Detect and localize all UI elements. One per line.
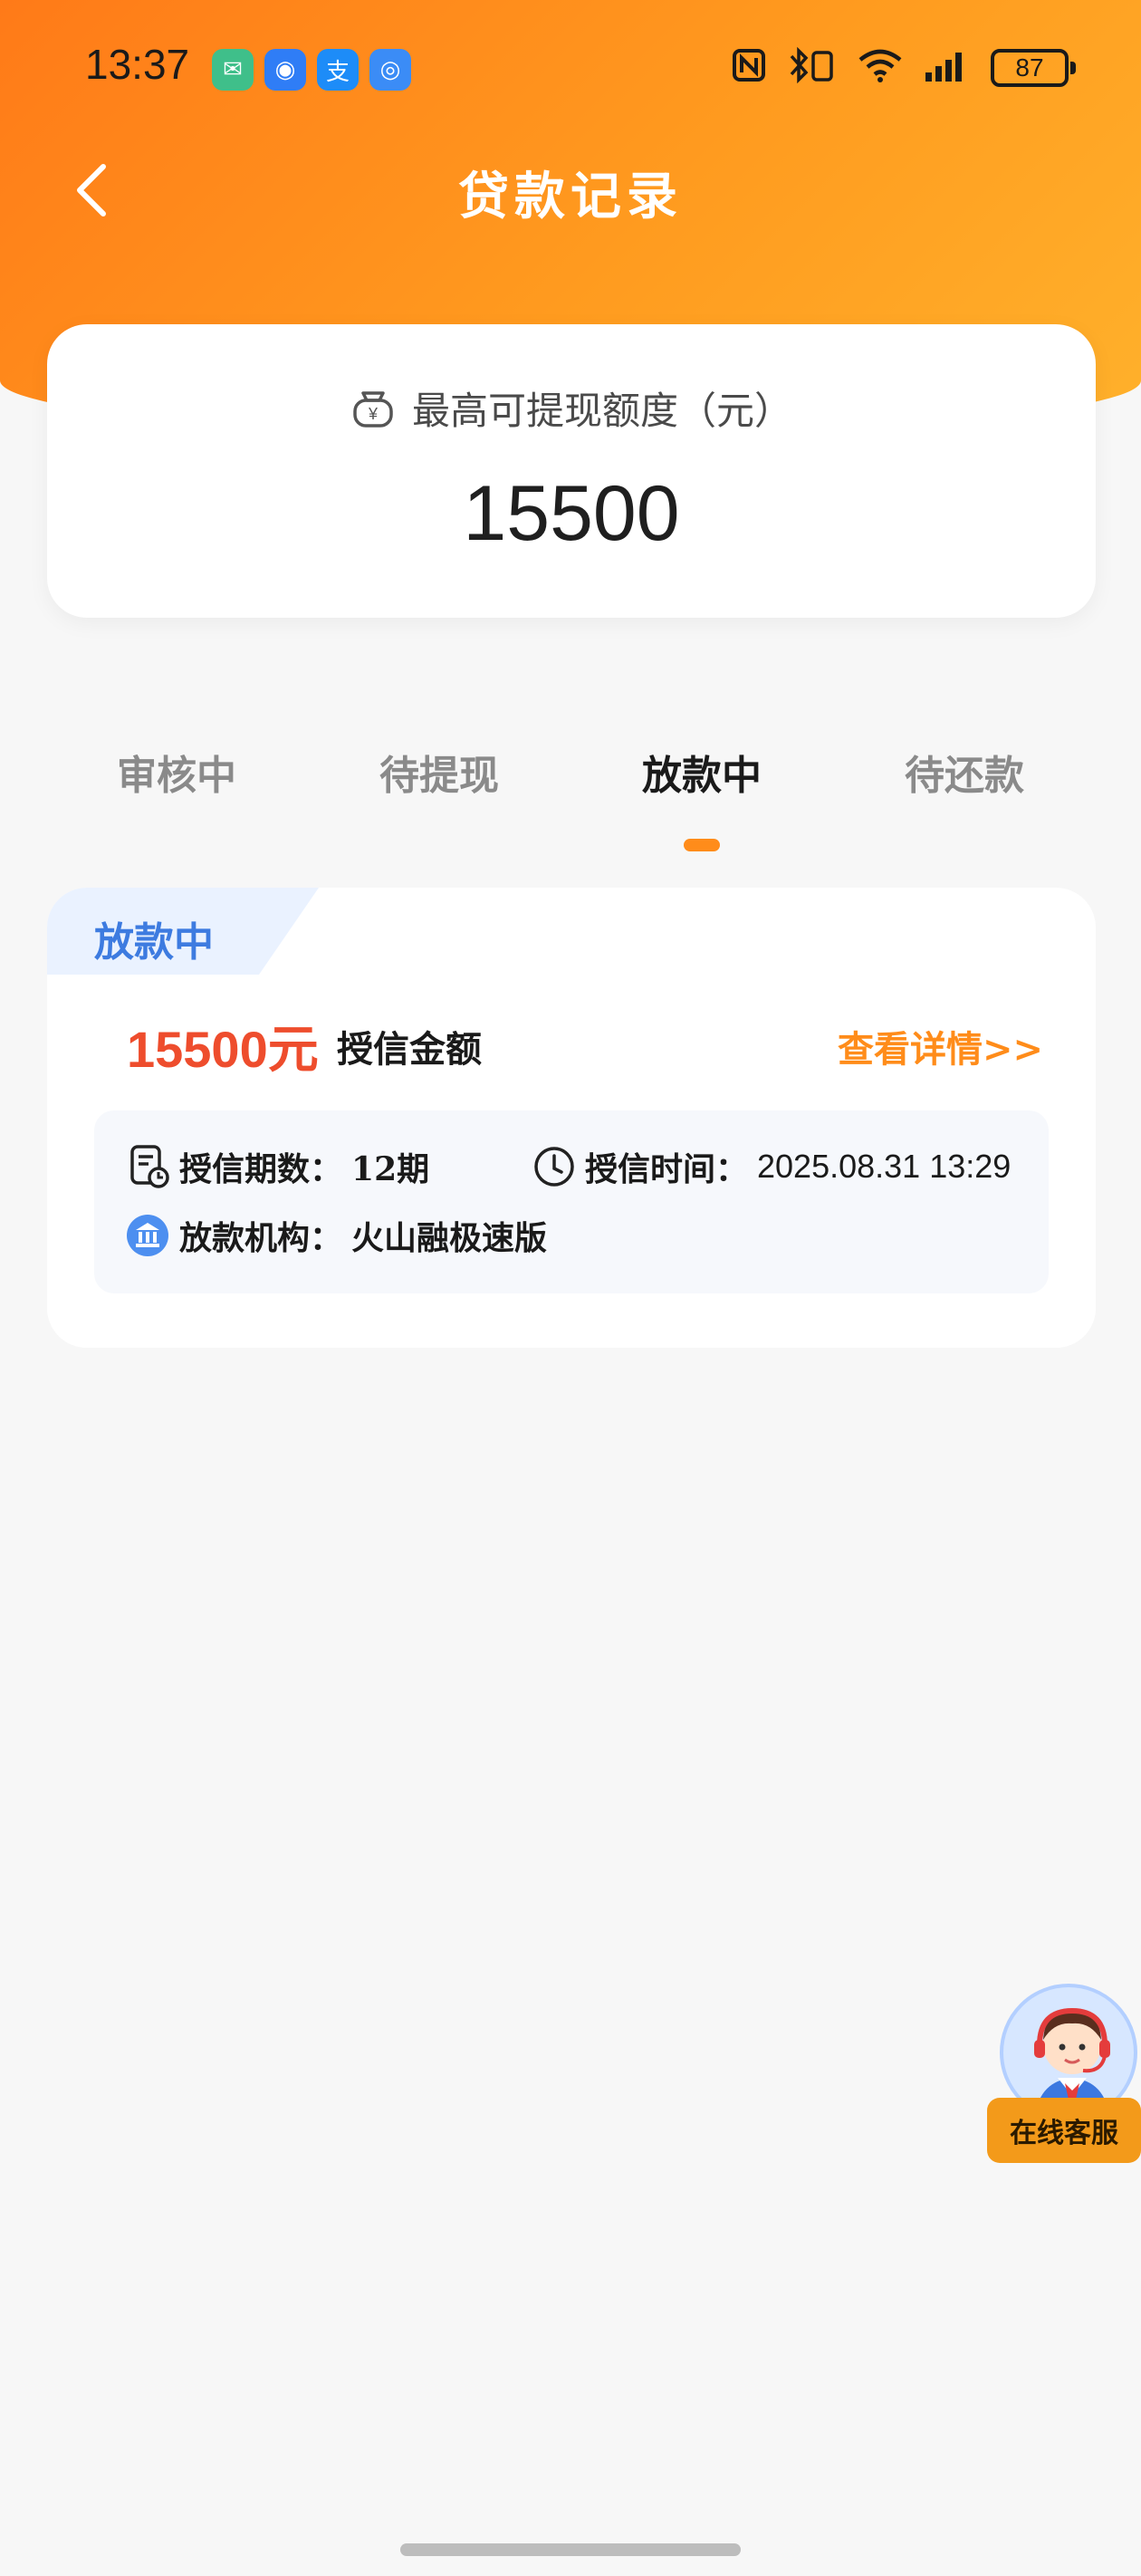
status-time: 13:37 [85, 41, 190, 88]
credit-time-value: 2025.08.31 13:29 [757, 1148, 1012, 1185]
tab-disbursing[interactable]: 放款中 [570, 743, 833, 851]
notification-icons: ✉ ◉ 支 ◎ [212, 49, 411, 91]
quota-label-row: ¥ 最高可提现额度（元） [47, 380, 1096, 436]
record-info-box: 授信期数： 12期 授信时间： 2025.08.31 13:29 放款机构： 火… [94, 1110, 1049, 1293]
browser-app-icon: ◎ [369, 49, 411, 91]
wifi-icon [857, 47, 904, 89]
home-indicator[interactable] [400, 2543, 741, 2556]
periods-key: 授信期数： [179, 1150, 343, 1188]
credit-amount-label: 授信金额 [337, 1028, 482, 1071]
periods-row: 授信期数： 12期 [129, 1143, 429, 1190]
loan-record-card[interactable]: 放款中 15500元 授信金额 查看详情>> 授信期数： 12期 授信时间： 2… [47, 888, 1096, 1348]
signal-icon [924, 47, 971, 89]
tab-pending-repayment[interactable]: 待还款 [833, 743, 1096, 851]
credit-time-key: 授信时间： [585, 1150, 749, 1188]
battery-indicator: 87 [991, 49, 1076, 87]
credit-time-row: 授信时间： 2025.08.31 13:29 [532, 1143, 1011, 1190]
nfc-icon [732, 48, 766, 88]
lender-key: 放款机构： [179, 1219, 343, 1257]
money-bag-icon: ¥ [353, 390, 393, 428]
status-bar: 13:37 ✉ ◉ 支 ◎ 87 [0, 0, 1141, 136]
alipay-app-icon: 支 [317, 49, 359, 91]
active-tab-indicator [684, 839, 720, 851]
quota-value: 15500 [463, 470, 680, 557]
status-tag: 放款中 [94, 919, 214, 966]
svg-text:¥: ¥ [368, 405, 379, 423]
bank-icon [127, 1215, 168, 1256]
credit-amount: 15500元 [127, 1021, 319, 1078]
periods-value: 12期 [351, 1150, 430, 1188]
bluetooth-vibrate-icon [786, 46, 837, 89]
document-clock-icon [130, 1145, 169, 1188]
tab-reviewing[interactable]: 审核中 [45, 743, 308, 851]
tab-pending-withdrawal[interactable]: 待提现 [308, 743, 570, 851]
online-customer-service-button[interactable]: 在线客服 [983, 1984, 1141, 2165]
clock-icon [534, 1147, 574, 1187]
lender-value: 火山融极速版 [351, 1219, 548, 1257]
quota-label: 最高可提现额度（元） [411, 389, 792, 433]
customer-service-label: 在线客服 [987, 2098, 1141, 2163]
quota-card: ¥ 最高可提现额度（元） 15500 [47, 324, 1096, 618]
message-app-icon: ✉ [212, 49, 254, 91]
lender-row: 放款机构： 火山融极速版 [125, 1212, 547, 1259]
view-details-link[interactable]: 查看详情>> [838, 1020, 1043, 1072]
status-tabs: 审核中 待提现 放款中 待还款 [45, 743, 1096, 851]
security-app-icon: ◉ [264, 49, 306, 91]
system-indicators: 87 [732, 46, 1076, 89]
page-title: 贷款记录 [458, 167, 683, 226]
